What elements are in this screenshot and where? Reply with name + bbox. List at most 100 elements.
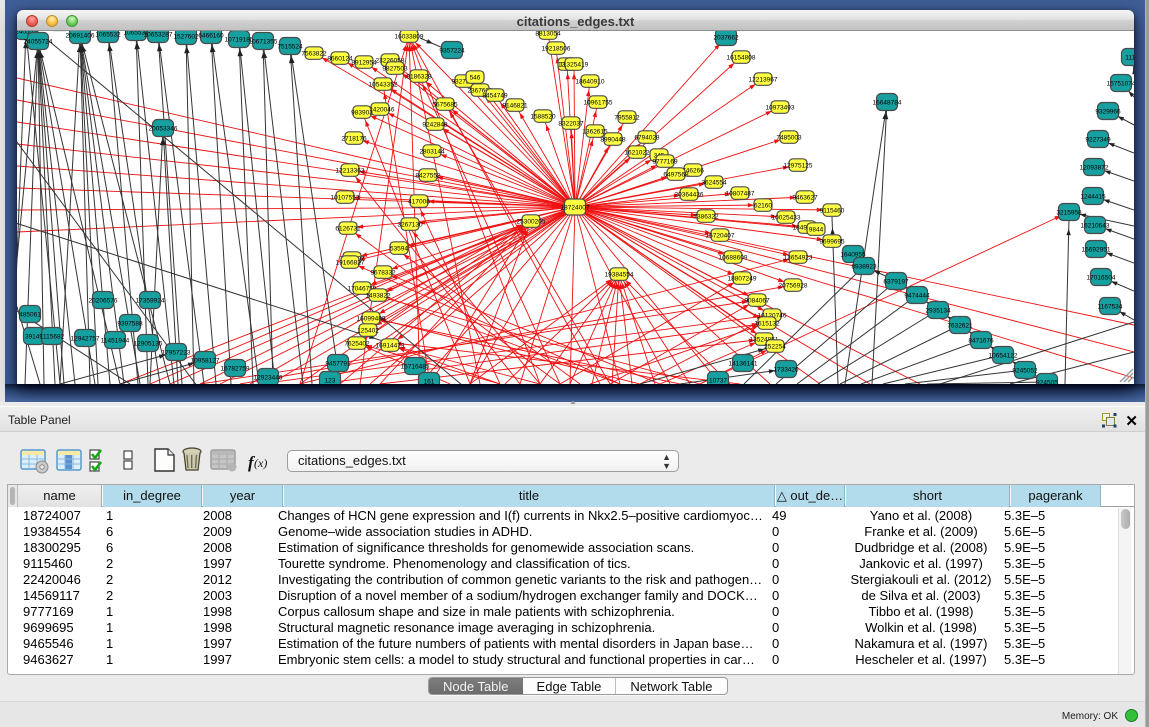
svg-text:14136141: 14136141 (729, 360, 758, 367)
svg-text:19166827: 19166827 (336, 259, 365, 266)
svg-text:9397588: 9397588 (117, 320, 143, 327)
svg-text:1733426: 1733426 (773, 366, 799, 373)
svg-text:18724007: 18724007 (561, 204, 590, 211)
svg-text:12905135: 12905135 (134, 340, 163, 347)
svg-text:10107553: 10107553 (331, 194, 360, 201)
svg-text:53594: 53594 (390, 245, 408, 252)
svg-text:20206576: 20206576 (89, 297, 118, 304)
svg-text:17359924: 17359924 (136, 297, 165, 304)
svg-text:10671355: 10671355 (249, 38, 278, 45)
svg-text:8186328: 8186328 (406, 73, 432, 80)
svg-text:1115682: 1115682 (40, 333, 65, 340)
svg-text:2037662: 2037662 (713, 34, 739, 41)
svg-text:12975125: 12975125 (784, 162, 813, 169)
svg-text:8322037: 8322037 (558, 120, 584, 127)
svg-text:12923446: 12923446 (254, 374, 283, 381)
svg-text:62160: 62160 (754, 202, 772, 209)
svg-text:9242848: 9242848 (422, 121, 448, 128)
svg-text:9084067: 9084067 (744, 297, 770, 304)
svg-text:20364436: 20364436 (675, 191, 704, 198)
svg-text:9827503: 9827503 (382, 65, 408, 72)
svg-text:9699695: 9699695 (819, 238, 845, 245)
svg-text:18807249: 18807249 (728, 275, 757, 282)
svg-text:9844: 9844 (809, 226, 824, 233)
svg-text:15720407: 15720407 (706, 232, 735, 239)
svg-text:15716485: 15716485 (401, 363, 430, 370)
svg-text:123: 123 (325, 377, 336, 384)
svg-text:20691406: 20691406 (66, 32, 95, 39)
svg-text:13654923: 13654923 (784, 254, 813, 261)
svg-text:12942757: 12942757 (71, 335, 100, 342)
svg-text:7485003: 7485003 (776, 134, 802, 141)
svg-text:16033809: 16033809 (395, 33, 424, 40)
svg-text:7515524: 7515524 (277, 43, 303, 50)
svg-text:252254: 252254 (764, 343, 786, 350)
svg-text:6379197: 6379197 (883, 278, 909, 285)
svg-text:9227349: 9227349 (1085, 136, 1111, 143)
svg-text:1065532: 1065532 (95, 31, 121, 38)
svg-text:16099489: 16099489 (357, 315, 386, 322)
svg-text:25300205: 25300205 (517, 218, 546, 225)
svg-text:9777169: 9777169 (652, 158, 678, 165)
svg-text:8454749: 8454749 (482, 92, 508, 99)
svg-text:546: 546 (470, 74, 481, 81)
svg-text:9146821: 9146821 (502, 102, 528, 109)
svg-text:8938923: 8938923 (851, 263, 877, 270)
svg-text:8813054: 8813054 (535, 31, 561, 37)
svg-text:17016504: 17016504 (1087, 274, 1116, 281)
svg-text:10961755: 10961755 (584, 99, 613, 106)
svg-text:2803144: 2803144 (419, 148, 445, 155)
svg-text:1167534: 1167534 (1098, 303, 1123, 310)
svg-text:7563822: 7563822 (301, 50, 327, 57)
svg-text:16914479: 16914479 (376, 342, 405, 349)
svg-text:9357224: 9357224 (439, 47, 465, 54)
svg-text:12093872: 12093872 (1080, 164, 1109, 171)
svg-text:6497568: 6497568 (663, 171, 689, 178)
svg-text:5675685: 5675685 (432, 101, 458, 108)
svg-text:10973493: 10973493 (766, 104, 795, 111)
svg-text:8660124: 8660124 (327, 55, 353, 62)
svg-text:125402: 125402 (357, 327, 379, 334)
svg-text:7632621: 7632621 (947, 322, 973, 329)
svg-text:16210643: 16210643 (1081, 222, 1110, 229)
svg-text:12213363: 12213363 (336, 167, 365, 174)
svg-text:485061: 485061 (19, 311, 41, 318)
svg-text:417006: 417006 (408, 198, 430, 205)
svg-text:20756928: 20756928 (779, 282, 808, 289)
svg-text:16154808: 16154808 (727, 54, 756, 61)
svg-text:9463627: 9463627 (792, 194, 818, 201)
svg-text:15751074: 15751074 (1107, 80, 1134, 87)
svg-text:9115460: 9115460 (820, 207, 845, 214)
svg-text:19218506: 19218506 (542, 45, 571, 52)
svg-text:15692951: 15692951 (1082, 246, 1111, 253)
svg-text:10025433: 10025433 (772, 214, 801, 221)
svg-text:10654122: 10654122 (989, 352, 1018, 359)
svg-text:9457791: 9457791 (325, 360, 351, 367)
svg-text:983903: 983903 (351, 109, 373, 116)
svg-text:18640910: 18640910 (576, 78, 605, 85)
svg-text:(x): (x) (254, 456, 267, 470)
svg-text:3624554: 3624554 (701, 179, 727, 186)
svg-text:1493822: 1493822 (365, 292, 391, 299)
svg-text:6126731: 6126731 (335, 225, 361, 232)
svg-text:10688609: 10688609 (719, 254, 748, 261)
svg-text:8912954: 8912954 (351, 59, 377, 66)
svg-text:8427552: 8427552 (415, 172, 441, 179)
svg-text:10807487: 10807487 (726, 190, 755, 197)
svg-text:11451944: 11451944 (101, 337, 130, 344)
svg-text:19384554: 19384554 (605, 271, 634, 278)
svg-text:1244415: 1244415 (1080, 193, 1106, 200)
svg-text:924505: 924505 (1036, 379, 1058, 384)
svg-text:10958127: 10958127 (191, 357, 220, 364)
svg-text:161: 161 (424, 378, 435, 384)
svg-text:6466160: 6466160 (198, 32, 224, 39)
svg-text:24055724: 24055724 (24, 38, 53, 45)
svg-text:16782759: 16782759 (221, 365, 250, 372)
svg-text:20053346: 20053346 (149, 125, 178, 132)
svg-text:9474444: 9474444 (904, 292, 930, 299)
svg-text:2935134: 2935134 (925, 307, 951, 314)
svg-text:7955812: 7955812 (614, 114, 640, 121)
svg-text:11325419: 11325419 (560, 61, 589, 68)
svg-text:1117: 1117 (1125, 54, 1134, 61)
svg-text:16648784: 16648784 (873, 99, 902, 106)
